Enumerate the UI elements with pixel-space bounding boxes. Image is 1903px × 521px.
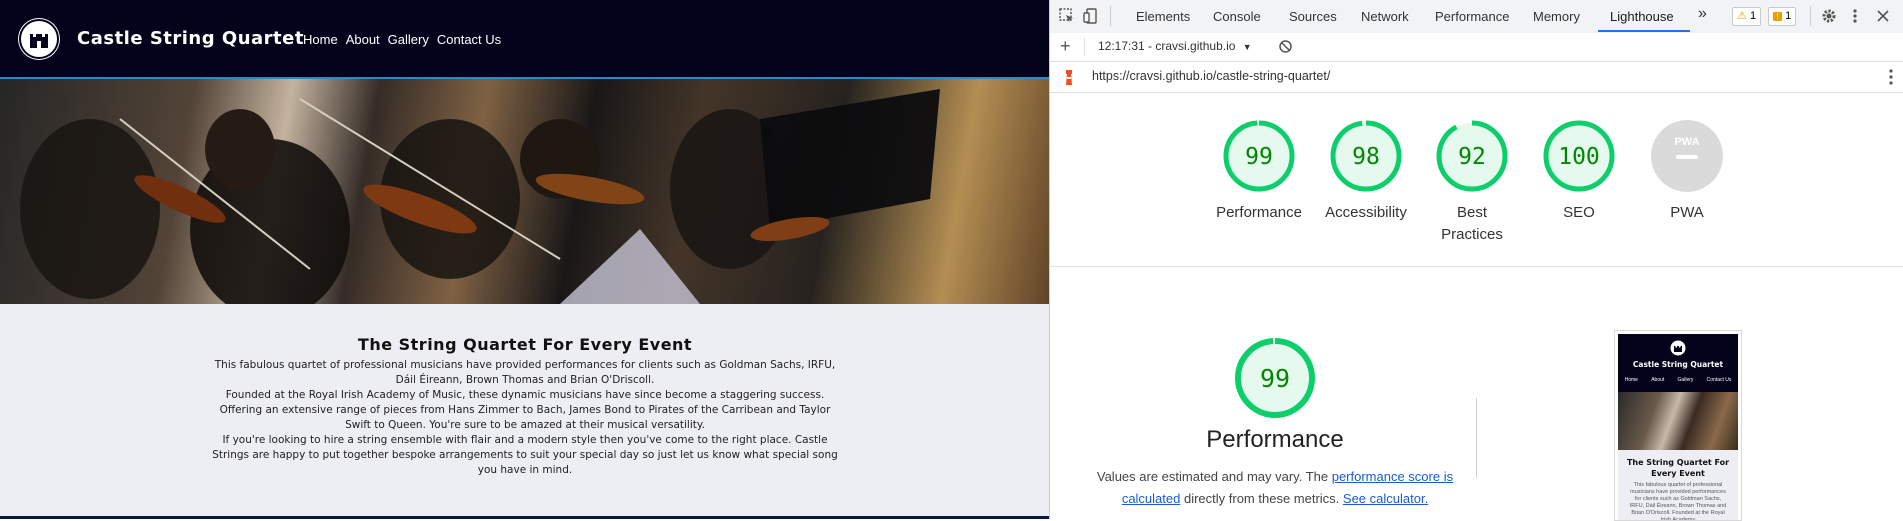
site-brand[interactable]: Castle String Quartet <box>77 28 304 49</box>
gauge-label: PWA <box>1670 204 1704 221</box>
performance-title: Performance <box>1206 426 1344 453</box>
tab-network[interactable]: Network <box>1361 9 1409 24</box>
gauge-score: 98 <box>1352 144 1380 170</box>
nav-link-home[interactable]: Home <box>303 32 338 47</box>
score-gauge-accessibility[interactable]: 98 Accessibility <box>1316 118 1416 224</box>
pwa-badge-icon: PWA <box>1651 120 1723 192</box>
tab-console[interactable]: Console <box>1213 9 1261 24</box>
desc-text: directly from these metrics. <box>1180 491 1343 506</box>
tab-divider <box>1810 6 1811 26</box>
site-nav-links: Home About Gallery Contact Us <box>303 32 501 47</box>
score-gauge-seo[interactable]: 100 SEO <box>1529 118 1629 224</box>
nav-link-about[interactable]: About <box>346 32 380 47</box>
warnings-count: 1 <box>1749 10 1757 22</box>
performance-detail-header: 99 Performance <box>1150 336 1400 454</box>
performance-score: 99 <box>1260 364 1290 393</box>
castle-logo-icon <box>1670 340 1686 356</box>
inspect-element-icon[interactable] <box>1058 7 1076 25</box>
performance-description: Values are estimated and may vary. The p… <box>1095 466 1455 510</box>
lighthouse-logo-icon <box>1062 68 1076 91</box>
score-gauge-pwa[interactable]: PWA PWA <box>1637 118 1737 224</box>
thumbnail-nav: Home About Gallery Contact Us <box>1618 377 1738 383</box>
issues-badge[interactable]: ! 1 <box>1768 7 1797 26</box>
gauge-label: Accessibility <box>1325 204 1407 221</box>
thumbnail-hero-image <box>1618 392 1738 450</box>
tab-lighthouse[interactable]: Lighthouse <box>1610 9 1674 24</box>
thumbnail-title: The String Quartet For Every Event <box>1626 458 1730 478</box>
gauge-score: 99 <box>1245 144 1273 170</box>
intro-section: The String Quartet For Every Event This … <box>210 335 840 478</box>
thumbnail-nav-item: Gallery <box>1677 377 1694 383</box>
report-selector-label: 12:17:31 - cravsi.github.io <box>1098 39 1236 53</box>
chevron-down-icon: ▼ <box>1242 42 1252 52</box>
desc-text: Values are estimated and may vary. The <box>1096 469 1332 484</box>
issue-icon: ! <box>1773 12 1782 21</box>
report-menu-icon[interactable] <box>1888 68 1894 91</box>
settings-gear-icon[interactable] <box>1820 7 1838 25</box>
thumbnail-navbar: Castle String Quartet Home About Gallery… <box>1618 334 1738 392</box>
gauge-label: Best Practices <box>1441 204 1503 243</box>
hero-orchestra-image <box>0 79 1049 304</box>
score-gauge-best-practices[interactable]: 92 Best Practices <box>1422 118 1522 246</box>
report-selector-dropdown[interactable]: 12:17:31 - cravsi.github.io ▼ <box>1098 39 1252 53</box>
report-url-bar: https://cravsi.github.io/castle-string-q… <box>1050 62 1903 93</box>
device-toolbar-icon[interactable] <box>1082 7 1100 25</box>
intro-paragraph: Founded at the Royal Irish Academy of Mu… <box>225 389 825 401</box>
thumbnail-nav-item: Contact Us <box>1706 377 1732 383</box>
see-calculator-link[interactable]: See calculator. <box>1343 491 1428 506</box>
thumbnail-body: The String Quartet For Every Event This … <box>1618 450 1738 520</box>
site-navbar: Castle String Quartet Home About Gallery… <box>0 0 1049 78</box>
report-url[interactable]: https://cravsi.github.io/castle-string-q… <box>1092 69 1330 83</box>
thumbnail-brand: Castle String Quartet <box>1632 360 1724 369</box>
issues-count: 1 <box>1785 10 1792 22</box>
website-preview: Castle String Quartet Home About Gallery… <box>0 0 1049 519</box>
thumbnail-nav-item: Home <box>1624 377 1638 383</box>
gauge-ring: 100 <box>1543 120 1615 192</box>
toolbar-divider <box>1084 38 1085 56</box>
summary-divider <box>1049 266 1903 267</box>
gauge-score: 92 <box>1458 144 1486 170</box>
thumbnail-text: This fabulous quartet of professional mu… <box>1629 482 1727 521</box>
tab-performance[interactable]: Performance <box>1435 9 1509 24</box>
gauge-ring: 99 <box>1223 120 1295 192</box>
gauge-score: 100 <box>1558 144 1600 170</box>
gauge-ring: 98 <box>1330 120 1402 192</box>
nav-link-gallery[interactable]: Gallery <box>388 32 429 47</box>
clear-reports-icon[interactable] <box>1278 39 1293 59</box>
gauge-label: Performance <box>1216 204 1302 221</box>
lighthouse-toolbar: + 12:17:31 - cravsi.github.io ▼ <box>1050 33 1903 62</box>
score-gauge-performance[interactable]: 99 Performance <box>1209 118 1309 224</box>
castle-logo-icon[interactable] <box>18 18 60 60</box>
tab-divider <box>1110 6 1111 26</box>
nav-link-contact[interactable]: Contact Us <box>437 32 501 47</box>
warnings-badge[interactable]: ⚠ 1 <box>1732 7 1762 26</box>
vertical-divider <box>1476 398 1477 478</box>
intro-heading: The String Quartet For Every Event <box>357 335 693 354</box>
active-tab-indicator <box>1598 30 1690 32</box>
performance-gauge-large: 99 <box>1235 338 1315 418</box>
new-report-plus-icon[interactable]: + <box>1060 36 1071 57</box>
warning-icon: ⚠ <box>1737 10 1747 22</box>
intro-paragraph: Offering an extensive range of pieces fr… <box>219 404 831 431</box>
tab-sources[interactable]: Sources <box>1289 9 1337 24</box>
devtools-tabbar: Elements Console Sources Network Perform… <box>1050 0 1903 34</box>
intro-paragraph: If you're looking to hire a string ensem… <box>212 434 838 476</box>
tab-memory[interactable]: Memory <box>1533 9 1580 24</box>
pwa-badge-text: PWA <box>1674 136 1699 148</box>
intro-paragraph: This fabulous quartet of professional mu… <box>214 359 836 386</box>
close-devtools-icon[interactable] <box>1874 7 1892 25</box>
tab-elements[interactable]: Elements <box>1136 9 1190 24</box>
more-options-icon[interactable] <box>1846 7 1864 25</box>
final-screenshot-thumbnail[interactable]: Castle String Quartet Home About Gallery… <box>1614 330 1742 521</box>
gauge-ring: 92 <box>1436 120 1508 192</box>
thumbnail-nav-item: About <box>1651 377 1665 383</box>
more-tabs-icon[interactable]: » <box>1698 5 1707 23</box>
gauge-label: SEO <box>1563 204 1595 221</box>
